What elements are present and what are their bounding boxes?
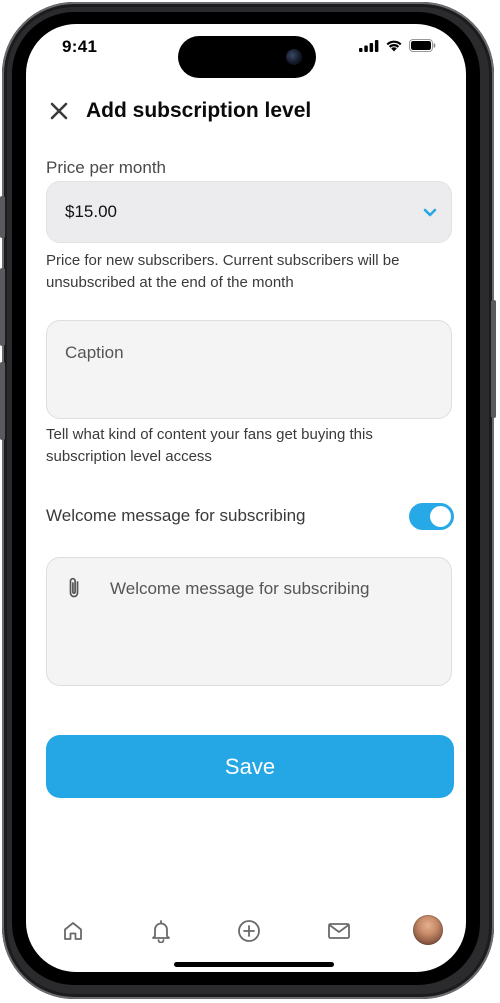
tab-messages[interactable] [325,917,353,945]
plus-circle-icon [238,920,260,942]
mail-icon [328,923,350,939]
status-bar: 9:41 [26,24,466,84]
paperclip-icon[interactable] [67,576,81,605]
close-button[interactable] [46,98,72,124]
header: Add subscription level [46,96,311,126]
welcome-message-placeholder: Welcome message for subscribing [110,579,370,598]
toggle-knob [430,506,451,527]
bell-icon [152,920,170,943]
tab-create[interactable] [235,917,263,945]
status-icons [359,39,436,57]
caption-helper-text: Tell what kind of content your fans get … [46,426,373,465]
battery-icon [409,39,436,57]
dynamic-island [178,36,316,78]
price-label: Price per month [46,158,166,177]
save-button[interactable]: Save [46,735,454,798]
app-screen: 9:41 Add subscription level Price per mo… [26,24,466,972]
welcome-toggle[interactable] [409,503,454,530]
price-select[interactable]: $15.00 [46,181,452,243]
wifi-icon [385,39,403,57]
caption-placeholder: Caption [65,343,124,362]
home-indicator [174,962,334,967]
welcome-toggle-label: Welcome message for subscribing [46,506,306,525]
front-camera [286,49,302,65]
chevron-down-icon [423,208,437,217]
status-time: 9:41 [62,37,98,56]
avatar[interactable] [413,915,443,945]
price-helper-text: Price for new subscribers. Current subsc… [46,252,400,291]
tab-notifications[interactable] [147,917,175,945]
close-icon [50,102,68,120]
cellular-signal-icon [359,39,379,57]
action-button [0,196,5,238]
tab-bar [26,915,466,957]
home-icon [64,922,82,940]
price-select-value: $15.00 [65,202,117,221]
tab-home[interactable] [59,917,87,945]
volume-up-button [0,268,5,346]
power-button [491,300,496,418]
welcome-message-field[interactable]: Welcome message for subscribing [46,557,452,686]
volume-down-button [0,362,5,440]
caption-field[interactable]: Caption [46,320,452,419]
page-title: Add subscription level [86,99,312,122]
